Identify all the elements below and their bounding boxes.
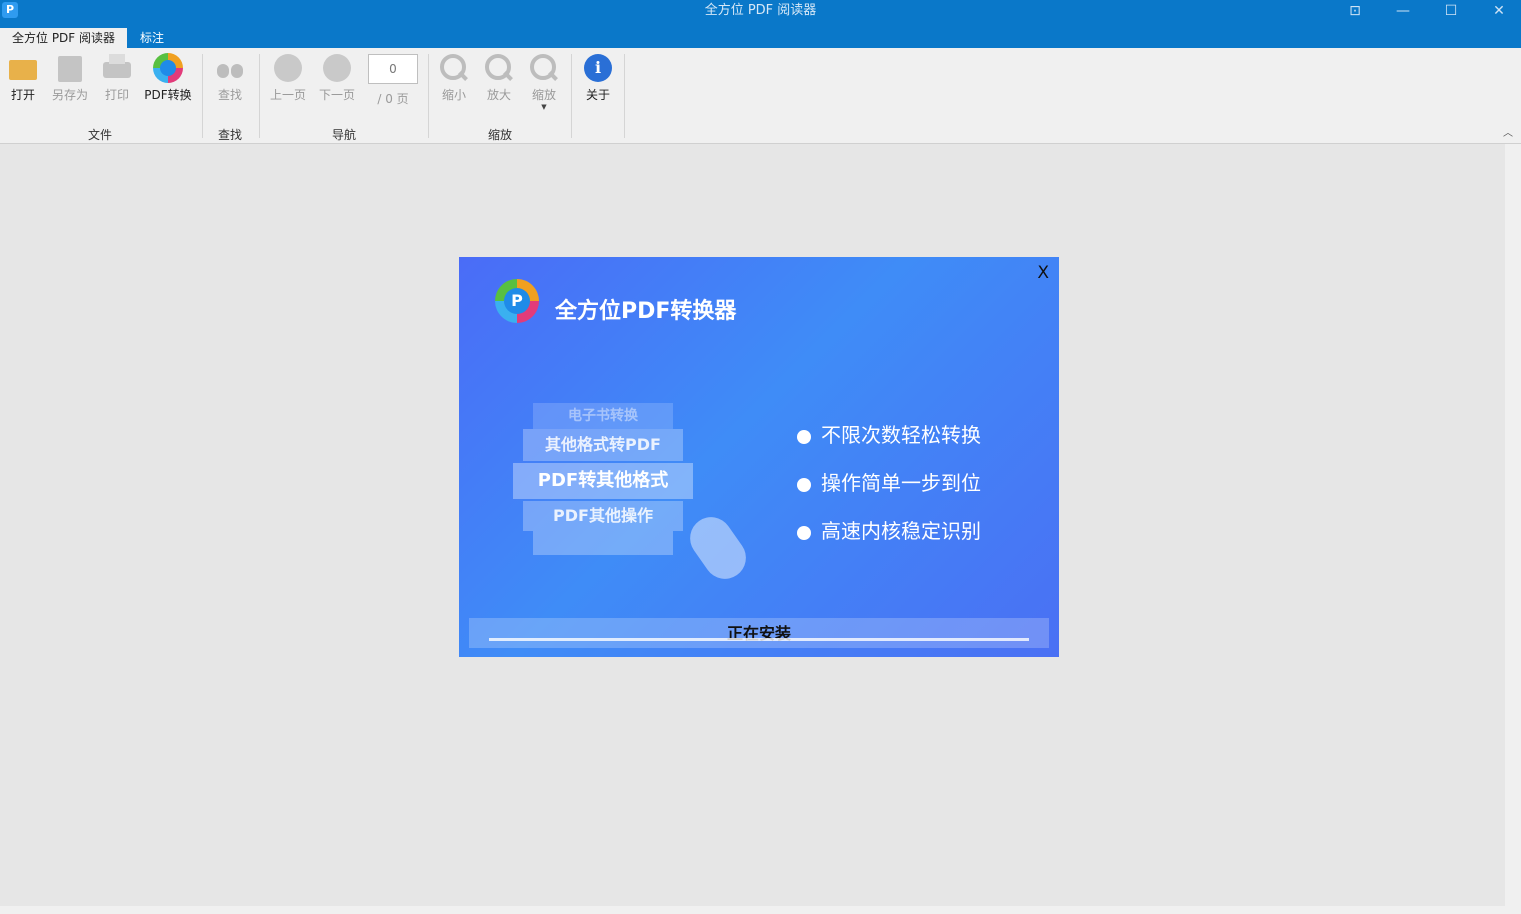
feature-bullet: 不限次数轻松转换 (797, 419, 981, 448)
tab-reader[interactable]: 全方位 PDF 阅读器 (0, 28, 128, 48)
group-separator (202, 54, 203, 138)
zoom-dropdown-button[interactable]: 缩放 ▼ (526, 52, 562, 111)
zoom-in-icon (483, 52, 515, 84)
pdf-convert-logo-icon (152, 52, 184, 84)
bullet-dot-icon (797, 477, 811, 492)
ribbon-toolbar: 打开 另存为 打印 PDF转换 文件 查找 查找 上一页 下一页 0 / 0 页… (0, 48, 1521, 144)
group-label-nav: 导航 (331, 128, 356, 142)
feature-card: 其他格式转PDF (523, 429, 683, 461)
page-total-label: / 0 页 (377, 92, 409, 106)
prev-page-button[interactable]: 上一页 (266, 52, 310, 108)
mouse-icon (681, 508, 755, 588)
minimize-button[interactable]: — (1381, 0, 1425, 22)
dialog-close-button[interactable]: X (1037, 263, 1049, 283)
group-separator (259, 54, 260, 138)
ribbon-tabs: 全方位 PDF 阅读器 标注 (0, 26, 1521, 48)
progress-bar (489, 638, 1029, 641)
floppy-icon (54, 52, 86, 84)
about-label: 关于 (585, 88, 610, 102)
title-bar: P 全方位 PDF 阅读器 ⊡ — ☐ ✕ (0, 0, 1521, 26)
next-page-label: 下一页 (318, 88, 355, 102)
feature-card-blank (533, 531, 673, 555)
feature-card: 电子书转换 (533, 403, 673, 429)
dialog-title: 全方位PDF转换器 (555, 299, 737, 324)
bullet-dot-icon (797, 525, 811, 540)
find-label: 查找 (217, 88, 242, 102)
arrow-up-circle-icon (272, 52, 304, 84)
feature-bullet: 高速内核稳定识别 (797, 515, 981, 544)
feature-card: PDF其他操作 (523, 501, 683, 531)
print-button[interactable]: 打印 (98, 52, 136, 108)
prev-page-label: 上一页 (269, 88, 306, 102)
feature-bullet: 操作简单一步到位 (797, 467, 981, 496)
zoom-out-label: 缩小 (441, 88, 466, 102)
pdf-convert-label: PDF转换 (144, 88, 192, 102)
print-label: 打印 (104, 88, 129, 102)
info-icon: i (582, 52, 614, 84)
installer-dialog: X P 全方位PDF转换器 电子书转换 其他格式转PDF PDF转其他格式 PD… (459, 257, 1059, 657)
bullet-dot-icon (797, 429, 811, 444)
chevron-down-icon: ▼ (541, 103, 547, 111)
group-separator (624, 54, 625, 138)
close-button[interactable]: ✕ (1477, 0, 1521, 22)
next-page-button[interactable]: 下一页 (315, 52, 359, 108)
page-number-input[interactable]: 0 (368, 54, 418, 84)
pin-window-button[interactable]: ⊡ (1333, 0, 1377, 22)
zoom-icon (528, 52, 560, 84)
zoom-out-icon (438, 52, 470, 84)
pdf-convert-button[interactable]: PDF转换 (142, 52, 194, 108)
converter-logo-icon: P (495, 279, 539, 323)
tab-annotate[interactable]: 标注 (128, 28, 176, 48)
printer-icon (101, 52, 133, 84)
group-label-file: 文件 (87, 128, 112, 142)
about-button[interactable]: i 关于 (580, 52, 616, 108)
window-title: 全方位 PDF 阅读器 (704, 3, 817, 18)
group-label-zoom: 缩放 (487, 128, 512, 142)
arrow-down-circle-icon (321, 52, 353, 84)
zoom-out-button[interactable]: 缩小 (436, 52, 472, 108)
save-as-label: 另存为 (51, 88, 88, 102)
binoculars-icon (214, 52, 246, 84)
vertical-scrollbar[interactable] (1505, 144, 1521, 906)
group-separator (428, 54, 429, 138)
zoom-label: 缩放 (531, 88, 556, 102)
folder-open-icon (7, 52, 39, 84)
group-separator (571, 54, 572, 138)
install-progress: 正在安装 (469, 618, 1049, 648)
open-label: 打开 (10, 88, 35, 102)
open-button[interactable]: 打开 (4, 52, 42, 108)
zoom-in-label: 放大 (486, 88, 511, 102)
zoom-in-button[interactable]: 放大 (481, 52, 517, 108)
feature-card: PDF转其他格式 (513, 463, 693, 499)
horizontal-scrollbar[interactable] (0, 906, 1521, 914)
maximize-button[interactable]: ☐ (1429, 0, 1473, 22)
collapse-ribbon-icon[interactable]: ︿ (1503, 124, 1513, 139)
group-label-find: 查找 (217, 128, 242, 142)
find-button[interactable]: 查找 (210, 52, 250, 108)
save-as-button[interactable]: 另存为 (48, 52, 92, 108)
